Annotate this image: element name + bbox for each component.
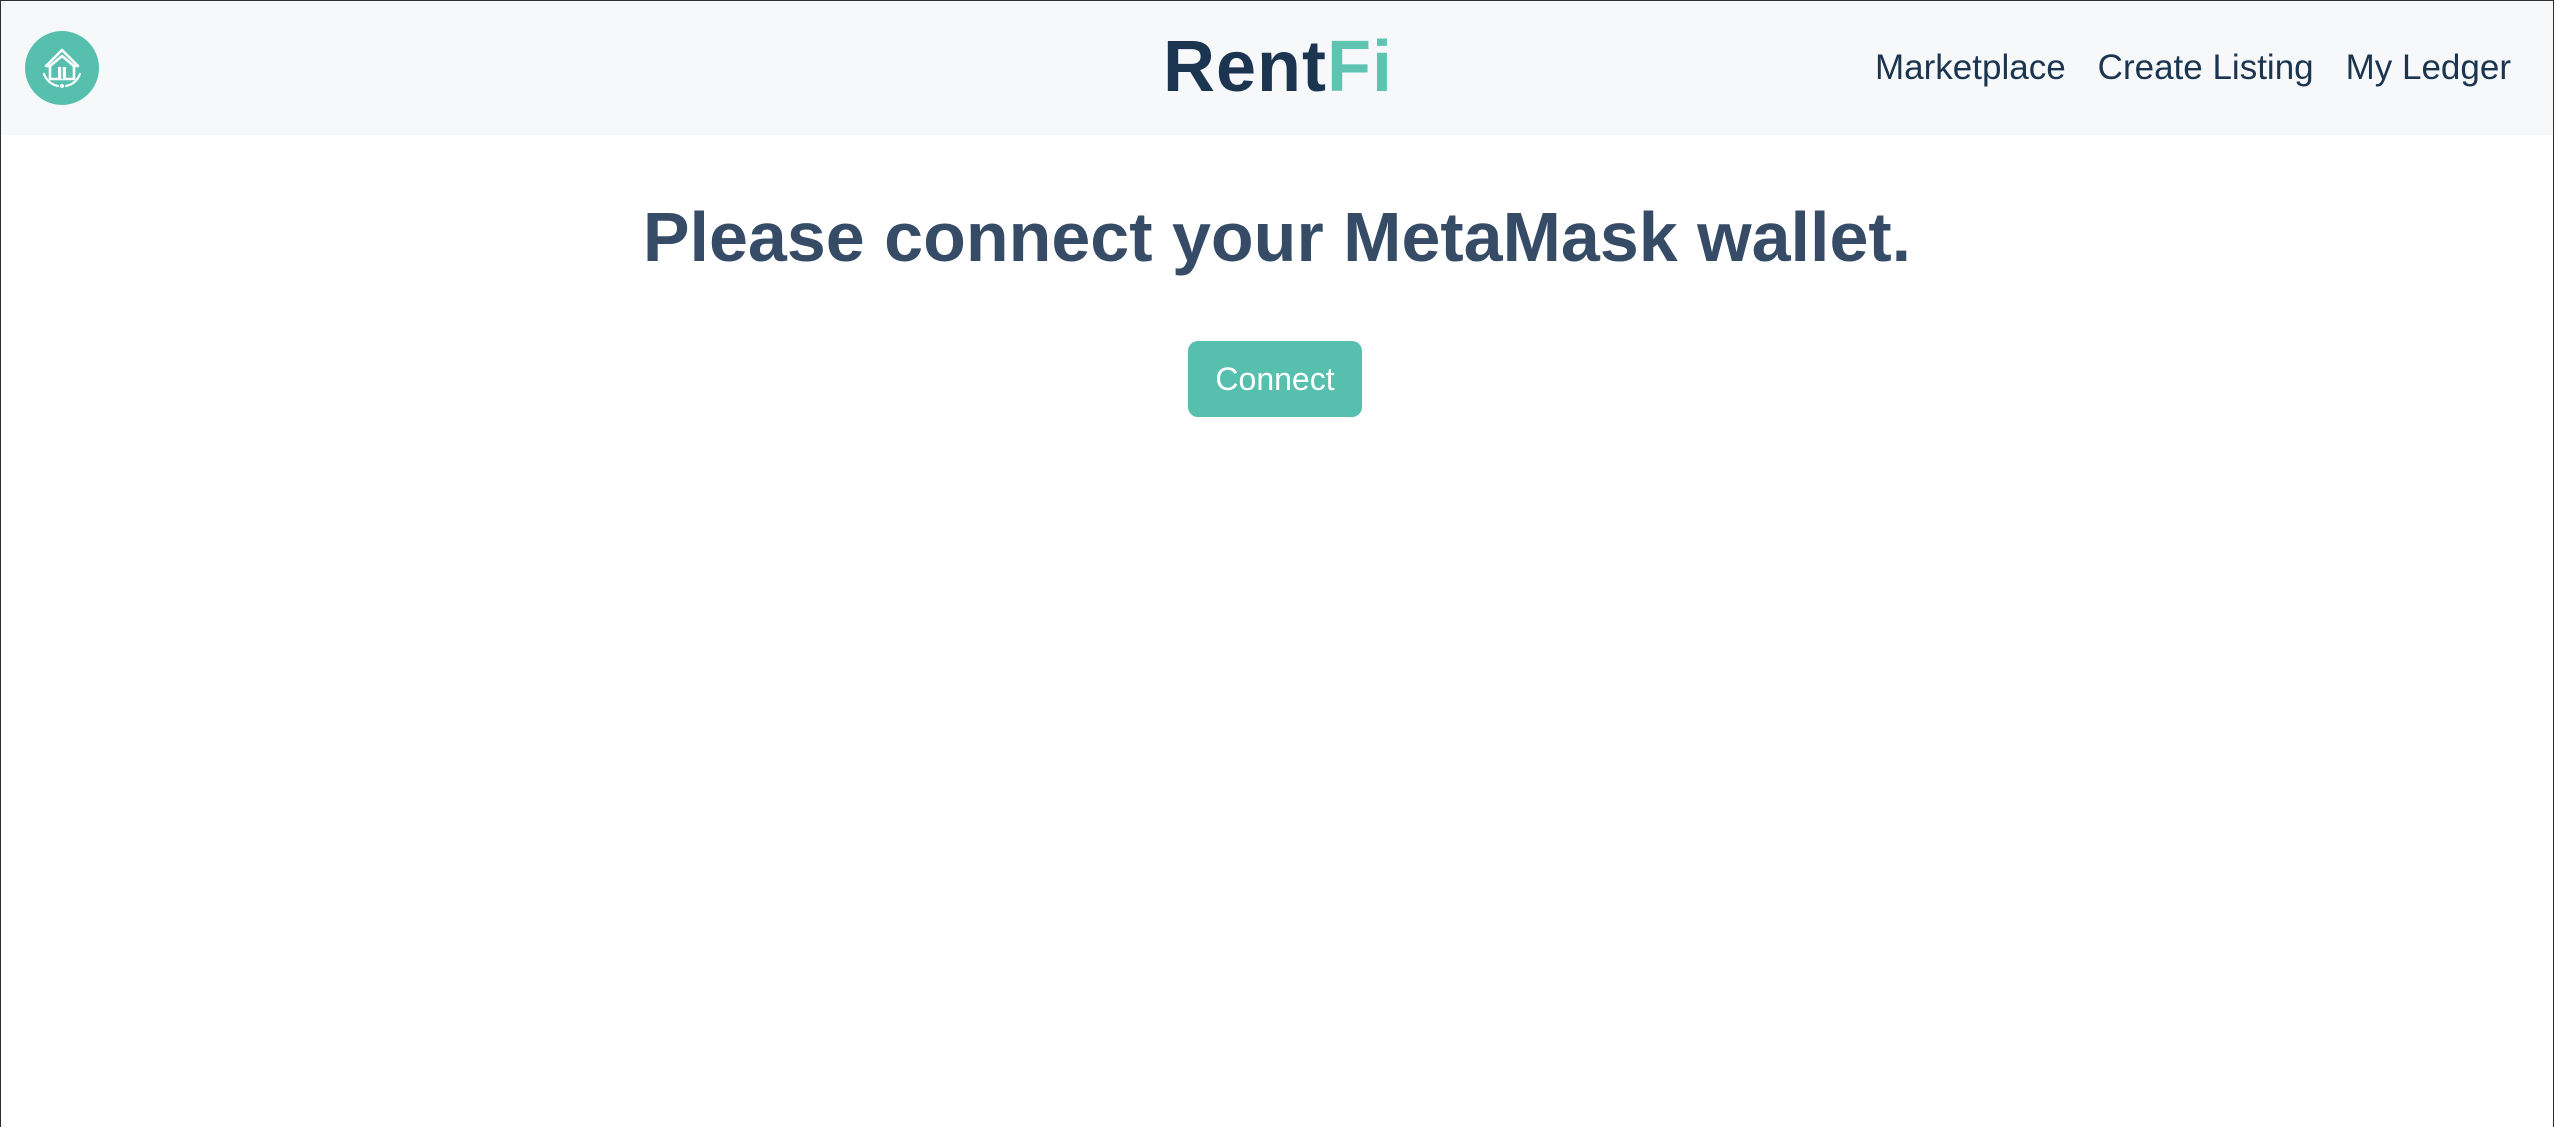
house-rotate-icon — [42, 48, 82, 88]
connect-button[interactable]: Connect — [1188, 341, 1362, 417]
app-window: RentFi Marketplace Create Listing My Led… — [0, 0, 2554, 1127]
brand-text-rent: Rent — [1163, 27, 1327, 107]
nav-link-my-ledger[interactable]: My Ledger — [2346, 45, 2511, 91]
top-navbar: RentFi Marketplace Create Listing My Led… — [1, 1, 2553, 135]
logo-badge[interactable] — [25, 31, 99, 105]
brand-logo[interactable]: RentFi — [1163, 27, 1393, 107]
nav-link-marketplace[interactable]: Marketplace — [1875, 45, 2066, 91]
main-content: Please connect your MetaMask wallet. Con… — [1, 135, 2553, 1127]
nav-links: Marketplace Create Listing My Ledger — [1875, 45, 2511, 91]
brand-text-fi: Fi — [1327, 27, 1393, 107]
nav-link-create-listing[interactable]: Create Listing — [2098, 45, 2314, 91]
connect-wallet-heading: Please connect your MetaMask wallet. — [642, 198, 1912, 276]
